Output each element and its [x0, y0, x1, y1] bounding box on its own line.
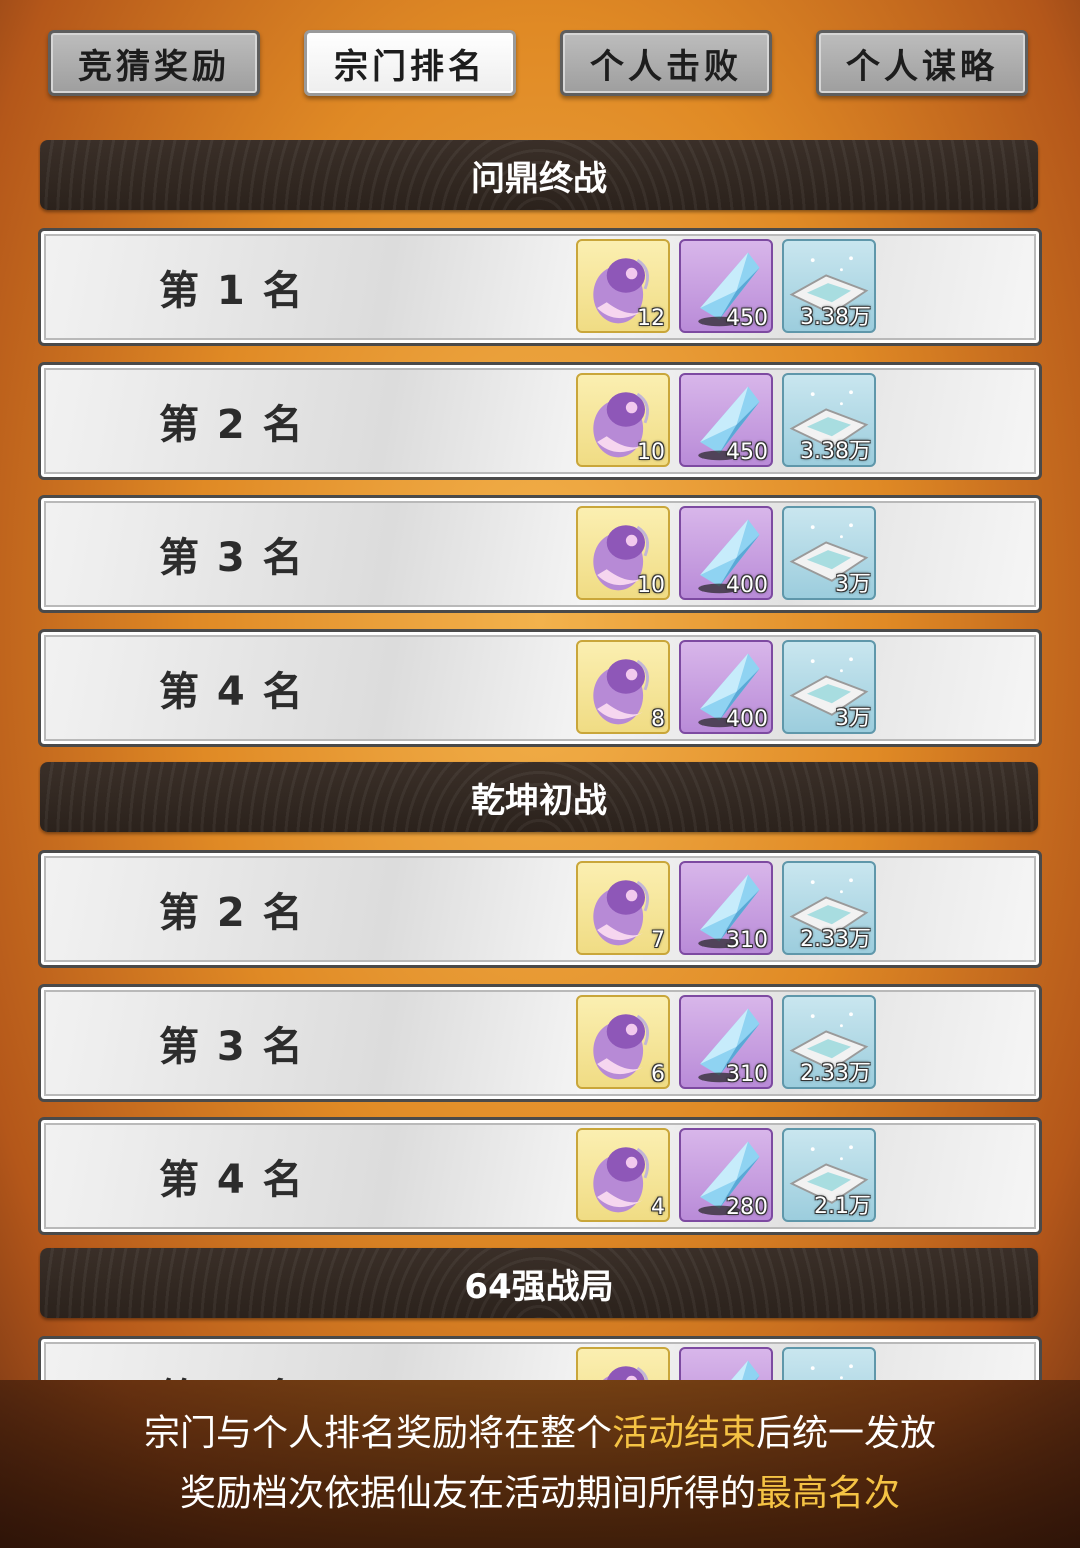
- blue-crystal-icon[interactable]: 400: [679, 506, 773, 600]
- blue-crystal-icon[interactable]: 450: [679, 239, 773, 333]
- rank-row: 第 4 名 8 400 3万: [38, 629, 1042, 747]
- reward-quantity: 10: [637, 573, 665, 598]
- silver-ingot-icon[interactable]: 2.1万: [782, 1128, 876, 1222]
- section-header: 64强战局: [40, 1248, 1038, 1318]
- blue-crystal-icon[interactable]: [679, 1347, 773, 1380]
- tab-bar: 竞猜奖励 宗门排名 个人击败 个人谋略: [48, 30, 1032, 100]
- rank-label: 第 3 名: [159, 535, 305, 581]
- rank-row: 第 3 名 6 310 2.33万: [38, 984, 1042, 1102]
- silver-ingot-icon[interactable]: 3.38万: [782, 373, 876, 467]
- rank-row: 第 1 名 12 450 3.38万: [38, 228, 1042, 346]
- purple-tentacle-icon[interactable]: 8: [576, 640, 670, 734]
- rank-row: 第 3 名 10 400 3万: [38, 495, 1042, 613]
- reward-quantity: 3万: [835, 572, 871, 597]
- blue-crystal-icon[interactable]: 310: [679, 995, 773, 1089]
- purple-tentacle-icon[interactable]: 4: [576, 1128, 670, 1222]
- reward-quantity: 6: [651, 1062, 665, 1087]
- reward-quantity: 2.33万: [800, 927, 871, 952]
- silver-ingot-icon[interactable]: 3.38万: [782, 239, 876, 333]
- reward-quantity: 400: [726, 573, 768, 598]
- purple-tentacle-icon[interactable]: [576, 1347, 670, 1380]
- rank-label: 第 2 名: [159, 890, 305, 936]
- tab-personal-defeats[interactable]: 个人击败: [560, 30, 772, 96]
- section-header: 乾坤初战: [40, 762, 1038, 832]
- purple-tentacle-icon[interactable]: 12: [576, 239, 670, 333]
- reward-list[interactable]: 问鼎终战 乾坤初战 64强战局 第 1 名 12 450 3.38万第 2 名 10 45…: [38, 140, 1042, 1380]
- reward-quantity: 3万: [835, 706, 871, 731]
- silver-ingot-icon[interactable]: 3万: [782, 640, 876, 734]
- reward-quantity: 8: [651, 707, 665, 732]
- rank-label: 第 1 名: [159, 268, 305, 314]
- silver-ingot-icon[interactable]: 3万: [782, 506, 876, 600]
- reward-quantity: 310: [726, 1062, 768, 1087]
- section-header: 问鼎终战: [40, 140, 1038, 210]
- reward-quantity: 7: [651, 928, 665, 953]
- reward-quantity: 2.33万: [800, 1061, 871, 1086]
- reward-quantity: 4: [651, 1195, 665, 1220]
- purple-tentacle-icon[interactable]: 10: [576, 373, 670, 467]
- blue-crystal-icon[interactable]: 310: [679, 861, 773, 955]
- silver-ingot-icon[interactable]: [782, 1347, 876, 1380]
- purple-tentacle-icon[interactable]: 7: [576, 861, 670, 955]
- reward-quantity: 3.38万: [800, 439, 871, 464]
- footer-line-1: 宗门与个人排名奖励将在整个活动结束后统一发放: [143, 1413, 937, 1454]
- reward-quantity: 450: [726, 440, 768, 465]
- tab-guess-rewards[interactable]: 竞猜奖励: [48, 30, 260, 96]
- tab-personal-strategy[interactable]: 个人谋略: [816, 30, 1028, 96]
- reward-quantity: 450: [726, 306, 768, 331]
- rank-label: 第 4 名: [159, 1157, 305, 1203]
- tab-sect-ranking[interactable]: 宗门排名: [304, 30, 516, 96]
- reward-quantity: 10: [637, 440, 665, 465]
- purple-tentacle-icon[interactable]: 6: [576, 995, 670, 1089]
- rank-label: 第 2 名: [159, 1339, 305, 1380]
- rank-row: 第 4 名 4 280 2.1万: [38, 1117, 1042, 1235]
- footer-notice: 宗门与个人排名奖励将在整个活动结束后统一发放 奖励档次依据仙友在活动期间所得的最…: [0, 1380, 1080, 1548]
- rank-label: 第 4 名: [159, 669, 305, 715]
- purple-tentacle-icon[interactable]: 10: [576, 506, 670, 600]
- rank-row: 第 2 名: [38, 1336, 1042, 1380]
- rank-label: 第 3 名: [159, 1024, 305, 1070]
- reward-quantity: 280: [726, 1195, 768, 1220]
- blue-crystal-icon[interactable]: 400: [679, 640, 773, 734]
- reward-quantity: 310: [726, 928, 768, 953]
- reward-quantity: 3.38万: [800, 305, 871, 330]
- silver-ingot-icon[interactable]: 2.33万: [782, 861, 876, 955]
- reward-quantity: 400: [726, 707, 768, 732]
- rank-label: 第 2 名: [159, 402, 305, 448]
- blue-crystal-icon[interactable]: 280: [679, 1128, 773, 1222]
- silver-ingot-icon[interactable]: 2.33万: [782, 995, 876, 1089]
- rank-row: 第 2 名 7 310 2.33万: [38, 850, 1042, 968]
- reward-quantity: 2.1万: [814, 1194, 871, 1219]
- rank-row: 第 2 名 10 450 3.38万: [38, 362, 1042, 480]
- footer-line-2: 奖励档次依据仙友在活动期间所得的最高名次: [179, 1473, 901, 1514]
- reward-quantity: 12: [637, 306, 665, 331]
- blue-crystal-icon[interactable]: 450: [679, 373, 773, 467]
